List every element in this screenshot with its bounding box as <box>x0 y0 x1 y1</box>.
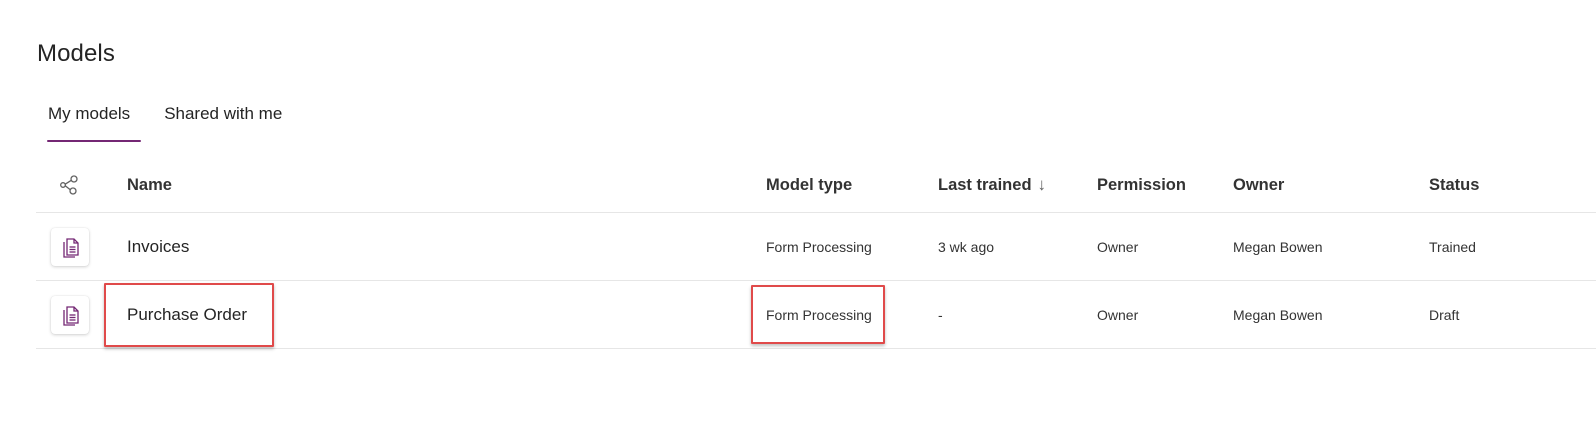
tab-bar: My models Shared with me <box>37 98 293 142</box>
table-row[interactable]: Invoices Form Processing 3 wk ago Owner … <box>36 213 1596 281</box>
permission-cell: Owner <box>1097 306 1139 323</box>
table-row[interactable]: Purchase Order Form Processing - Owner M… <box>36 281 1596 349</box>
row-icon-cell <box>50 281 90 348</box>
models-table: Name Model type Last trained ↓ Permissio… <box>36 158 1596 349</box>
connections-icon <box>60 175 78 195</box>
status-cell: Trained <box>1429 238 1476 255</box>
model-name-cell: Purchase Order <box>104 281 274 348</box>
last-trained-cell: 3 wk ago <box>938 238 995 255</box>
last-trained-cell: - <box>938 306 943 323</box>
model-name-link[interactable]: Invoices <box>127 213 189 280</box>
column-header-status[interactable]: Status <box>1429 158 1479 212</box>
form-document-icon <box>51 227 89 266</box>
tab-shared-with-me[interactable]: Shared with me <box>153 98 293 140</box>
column-header-icon[interactable] <box>50 158 90 212</box>
model-type-cell: Form Processing <box>766 238 872 255</box>
model-type-cell: Form Processing <box>751 284 885 344</box>
permission-cell: Owner <box>1097 238 1139 255</box>
column-header-last-trained-label: Last trained <box>938 175 1032 194</box>
column-header-name[interactable]: Name <box>127 158 172 212</box>
model-name-link[interactable]: Purchase Order <box>104 282 274 347</box>
status-cell: Draft <box>1429 306 1460 323</box>
row-icon-cell <box>50 213 90 280</box>
owner-cell: Megan Bowen <box>1233 238 1323 255</box>
sort-descending-icon: ↓ <box>1037 175 1047 194</box>
tab-my-models[interactable]: My models <box>37 98 142 142</box>
page-title: Models <box>37 40 115 67</box>
column-header-last-trained[interactable]: Last trained ↓ <box>938 158 1046 212</box>
table-header-row: Name Model type Last trained ↓ Permissio… <box>36 158 1596 213</box>
column-header-permission[interactable]: Permission <box>1097 158 1186 212</box>
column-header-model-type[interactable]: Model type <box>766 158 852 212</box>
model-type-cell-wrapper: Form Processing <box>751 281 885 348</box>
column-header-owner[interactable]: Owner <box>1233 158 1284 212</box>
owner-cell: Megan Bowen <box>1233 306 1323 323</box>
form-document-icon <box>51 295 89 334</box>
